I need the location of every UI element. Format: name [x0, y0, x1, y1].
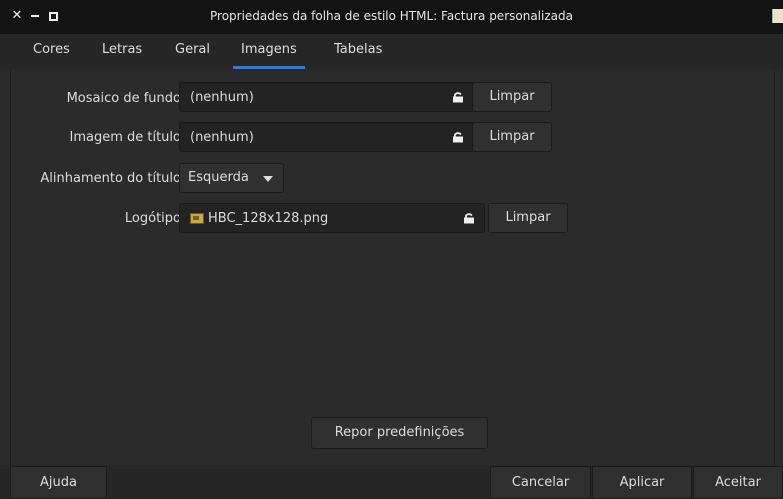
tab-letras[interactable]: Letras: [102, 42, 142, 57]
cancel-button[interactable]: Cancelar: [490, 466, 591, 499]
heading-image-value: (nenhum): [190, 130, 254, 145]
tab-cores[interactable]: Cores: [33, 42, 70, 57]
clear-heading-image-button[interactable]: Limpar: [472, 122, 552, 152]
logo-value: HBC_128x128.png: [208, 211, 329, 226]
image-file-icon: [190, 213, 204, 224]
tab-imagens[interactable]: Imagens: [233, 42, 305, 69]
apply-button[interactable]: Aplicar: [592, 466, 692, 499]
dialog-button-bar: Ajuda Cancelar Aplicar Aceitar: [0, 465, 783, 499]
heading-image-label: Imagem de título: [69, 130, 181, 145]
logo-label: Logótipo: [124, 211, 181, 226]
folder-open-icon: [464, 213, 474, 224]
accept-button[interactable]: Aceitar: [693, 466, 783, 499]
title-bar: ✕ Propriedades da folha de estilo HTML: …: [0, 0, 783, 34]
help-button[interactable]: Ajuda: [10, 466, 107, 499]
tab-bar: Cores Letras Geral Imagens Tabelas: [0, 34, 783, 70]
heading-alignment-value: Esquerda: [188, 170, 249, 185]
folder-open-icon: [453, 92, 463, 103]
stylesheet-properties-window: ✕ Propriedades da folha de estilo HTML: …: [0, 0, 783, 499]
chevron-down-icon: [263, 176, 273, 182]
folder-open-icon: [453, 132, 463, 143]
background-tile-value: (nenhum): [190, 90, 254, 105]
clear-background-tile-button[interactable]: Limpar: [472, 82, 552, 112]
reset-defaults-button[interactable]: Repor predefinições: [311, 417, 488, 449]
heading-alignment-select[interactable]: Esquerda: [179, 163, 284, 193]
images-tab-panel: Mosaico de fundo (nenhum) Limpar Imagem …: [10, 70, 775, 466]
clear-logo-button[interactable]: Limpar: [488, 203, 568, 233]
window-title: Propriedades da folha de estilo HTML: Fa…: [210, 9, 573, 23]
app-icon: [772, 9, 783, 23]
heading-alignment-label: Alinhamento do título: [40, 171, 181, 186]
background-tile-chooser[interactable]: (nenhum): [179, 82, 474, 112]
heading-image-chooser[interactable]: (nenhum): [179, 122, 474, 152]
logo-chooser[interactable]: HBC_128x128.png: [179, 203, 485, 233]
tab-geral[interactable]: Geral: [175, 42, 210, 57]
background-tile-label: Mosaico de fundo: [66, 91, 181, 106]
tab-tabelas[interactable]: Tabelas: [334, 42, 382, 57]
